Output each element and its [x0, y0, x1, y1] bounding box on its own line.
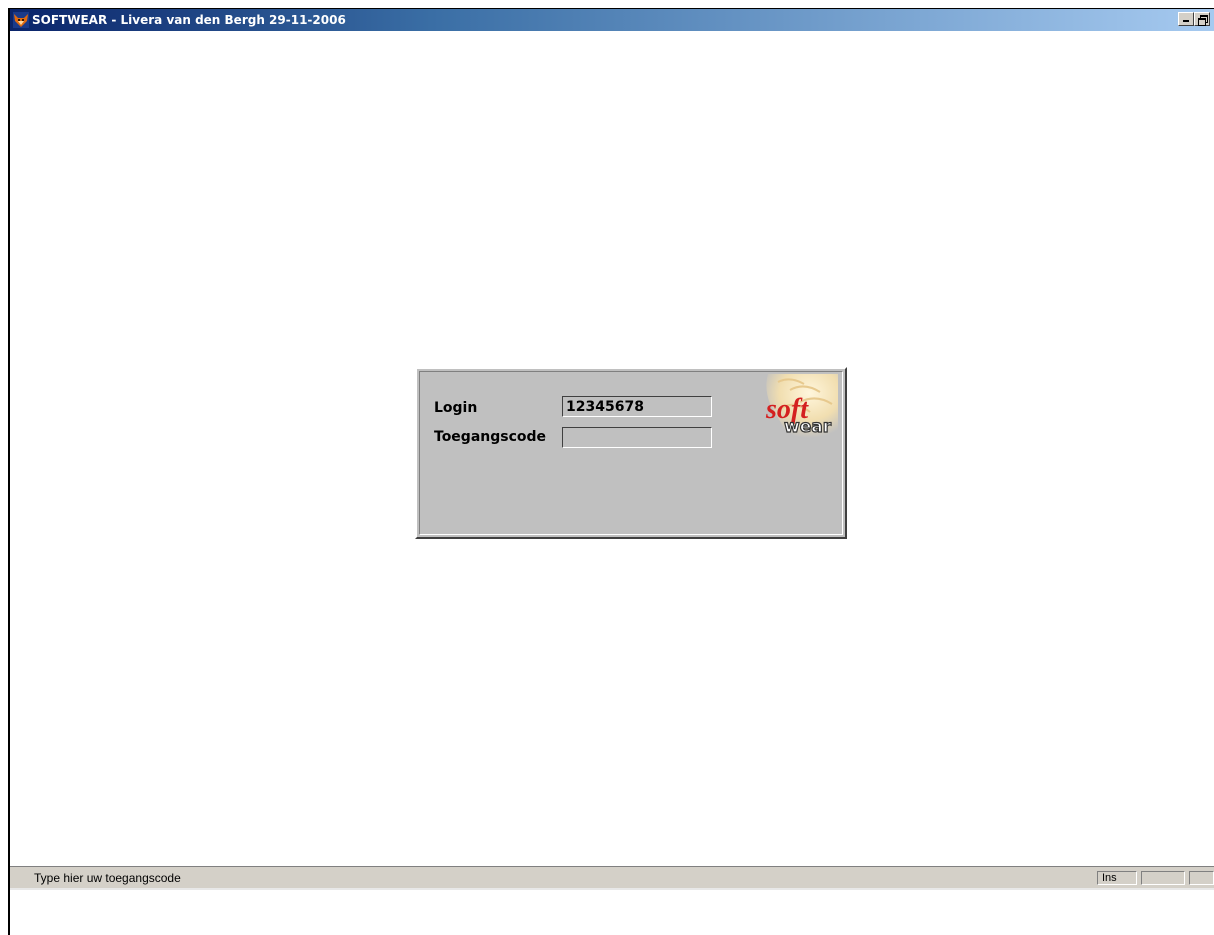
title-bar[interactable]: SOFTWEAR - Livera van den Bergh 29-11-20…: [10, 9, 1214, 31]
login-dialog-panel: Login Toegangscode soft wear: [419, 371, 843, 535]
status-message: Type hier uw toegangscode: [34, 871, 181, 885]
status-panel-empty-2: [1189, 871, 1214, 885]
login-label: Login: [434, 400, 478, 416]
restore-icon-front: [1198, 18, 1206, 26]
status-panel-empty-1: [1141, 871, 1185, 885]
login-field[interactable]: [562, 396, 712, 417]
minimize-button[interactable]: [1178, 12, 1194, 26]
status-bar: Type hier uw toegangscode Ins: [10, 866, 1214, 888]
access-code-label: Toegangscode: [434, 429, 547, 445]
access-code-field[interactable]: [562, 427, 712, 448]
logo-wear-text: wear: [784, 417, 832, 437]
restore-button[interactable]: [1194, 12, 1210, 26]
status-bar-bottom-edge: [10, 888, 1214, 890]
softwear-logo: soft wear: [765, 374, 838, 438]
login-dialog: Login Toegangscode soft wear: [415, 367, 847, 539]
window-controls: [1178, 12, 1210, 26]
ins-indicator: Ins: [1097, 871, 1137, 885]
window-title: SOFTWEAR - Livera van den Bergh 29-11-20…: [32, 13, 346, 27]
minimize-icon: [1183, 20, 1189, 22]
window-frame-left: [8, 8, 10, 935]
fox-icon: [13, 12, 29, 28]
